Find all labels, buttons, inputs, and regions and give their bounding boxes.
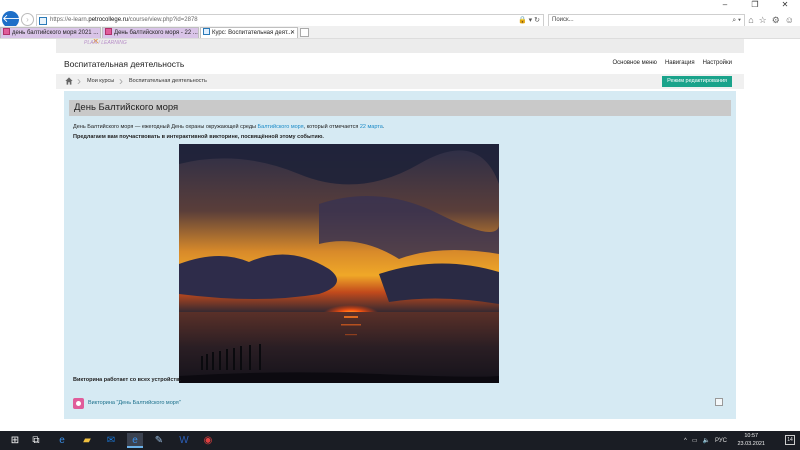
completion-checkbox[interactable] xyxy=(715,398,723,406)
clock-time: 10:57 xyxy=(744,433,759,439)
navigation-link[interactable]: Навигация xyxy=(665,60,695,66)
favorites-star-icon[interactable]: ☆ xyxy=(759,14,767,26)
browser-toolbar-icons: ⌂ ☆ ⚙ ☺ xyxy=(748,14,794,26)
network-icon[interactable]: ▭ xyxy=(692,437,698,444)
main-menu-link[interactable]: Основное меню xyxy=(613,60,657,66)
tab-search-results[interactable]: день балтийского моря 2021 ... xyxy=(0,27,101,38)
breadcrumb-separator-icon: › xyxy=(77,74,81,88)
breadcrumb-current-course[interactable]: Воспитательная деятельность xyxy=(129,74,207,89)
app-icon[interactable]: ✎ xyxy=(151,433,167,448)
tab-course[interactable]: Курс: Воспитательная деят... ✕ xyxy=(200,27,298,38)
home-icon[interactable]: ⌂ xyxy=(748,14,753,26)
edge-icon[interactable]: e xyxy=(54,433,70,448)
site-favicon-icon xyxy=(39,17,47,25)
url-text[interactable]: https://e-learn.petrocollege.ru/course/v… xyxy=(50,15,198,26)
restore-button[interactable]: ❐ xyxy=(740,0,770,10)
tab-article[interactable]: День балтийского моря - 22 ... xyxy=(102,27,199,38)
address-icons: 🔒 ▾ ↻ xyxy=(518,15,540,26)
intro-text: День Балтийского моря — ежегодный День о… xyxy=(73,124,385,130)
volume-icon[interactable]: 🔈 xyxy=(703,437,710,444)
lock-icon[interactable]: 🔒 xyxy=(518,17,527,24)
header-menu: Основное меню Навигация Настройки xyxy=(613,60,733,66)
refresh-icon[interactable]: ↻ xyxy=(534,17,540,24)
tab-label: День балтийского моря - 22 ... xyxy=(114,30,198,36)
windows-start-icon[interactable]: ⊞ xyxy=(7,433,23,448)
notifications-icon[interactable]: 14 xyxy=(785,435,795,445)
quiz-activity-icon xyxy=(73,397,84,409)
breadcrumb-my-courses[interactable]: Мои курсы xyxy=(87,74,114,89)
taskbar: ⊞ ⧉ e ▰ ✉ e ✎ W ◉ ^ ▭ 🔈 РУС 10:57 23.03.… xyxy=(0,431,800,450)
title-bar: ‒ ❐ ✕ xyxy=(0,0,800,10)
close-button[interactable]: ✕ xyxy=(770,0,800,10)
tab-label: день балтийского моря 2021 ... xyxy=(12,30,99,36)
internet-explorer-icon[interactable]: e xyxy=(127,433,143,448)
sunset-sea-image xyxy=(179,144,499,383)
minimize-button[interactable]: ‒ xyxy=(710,0,740,10)
tab-favicon-icon xyxy=(105,28,112,35)
search-input[interactable]: Поиск... xyxy=(552,15,574,26)
quiz-activity-link[interactable]: Викторина "День Балтийского моря" xyxy=(88,400,181,406)
march-22-link[interactable]: 22 марта xyxy=(360,124,383,130)
logo-strip: ✕ PLAN / LEARNING xyxy=(56,39,744,53)
course-section: День Балтийского моря День Балтийского м… xyxy=(64,91,736,419)
quiz-invitation: Предлагаем вам поучаствовать в интеракти… xyxy=(73,134,324,140)
tab-strip: день балтийского моря 2021 ... День балт… xyxy=(0,26,800,39)
word-icon[interactable]: W xyxy=(176,433,192,448)
settings-gear-icon[interactable]: ⚙ xyxy=(772,14,780,26)
tab-favicon-icon xyxy=(203,28,210,35)
quiz-activity[interactable]: Викторина "День Балтийского моря" xyxy=(73,397,181,409)
chrome-icon[interactable]: ◉ xyxy=(200,433,216,448)
window-controls: ‒ ❐ ✕ xyxy=(710,0,800,10)
clock[interactable]: 10:57 23.03.2021 xyxy=(737,432,765,448)
edit-mode-button[interactable]: Режим редактирования xyxy=(662,76,732,87)
new-tab-button[interactable] xyxy=(300,28,309,37)
search-icon[interactable]: ⌕ ▾ xyxy=(732,15,741,26)
clock-date: 23.03.2021 xyxy=(737,441,765,447)
outlook-icon[interactable]: ✉ xyxy=(103,433,119,448)
file-explorer-icon[interactable]: ▰ xyxy=(79,433,95,448)
settings-link[interactable]: Настройки xyxy=(703,60,732,66)
dropdown-icon[interactable]: ▾ xyxy=(529,17,533,24)
show-hidden-icons-icon[interactable]: ^ xyxy=(684,438,687,444)
breadcrumb: › Мои курсы › Воспитательная деятельност… xyxy=(56,74,744,89)
baltic-sea-link[interactable]: Балтийского моря xyxy=(258,124,304,130)
breadcrumb-separator-icon: › xyxy=(119,74,123,88)
smiley-feedback-icon[interactable]: ☺ xyxy=(785,14,794,26)
section-title: День Балтийского моря xyxy=(69,100,731,116)
task-view-icon[interactable]: ⧉ xyxy=(28,433,44,448)
devices-note: Викторина работает со всех устройств. xyxy=(73,377,181,383)
logo[interactable]: PLAN / LEARNING xyxy=(84,40,127,46)
course-title[interactable]: Воспитательная деятельность xyxy=(64,59,184,69)
tab-close-icon[interactable]: ✕ xyxy=(290,28,295,38)
home-icon[interactable] xyxy=(65,77,73,85)
tab-favicon-icon xyxy=(3,28,10,35)
language-indicator[interactable]: РУС xyxy=(715,438,727,444)
forward-button[interactable]: › xyxy=(21,13,34,26)
tab-label: Курс: Воспитательная деят... xyxy=(212,30,293,36)
web-page: ✕ PLAN / LEARNING Воспитательная деятель… xyxy=(0,39,800,431)
